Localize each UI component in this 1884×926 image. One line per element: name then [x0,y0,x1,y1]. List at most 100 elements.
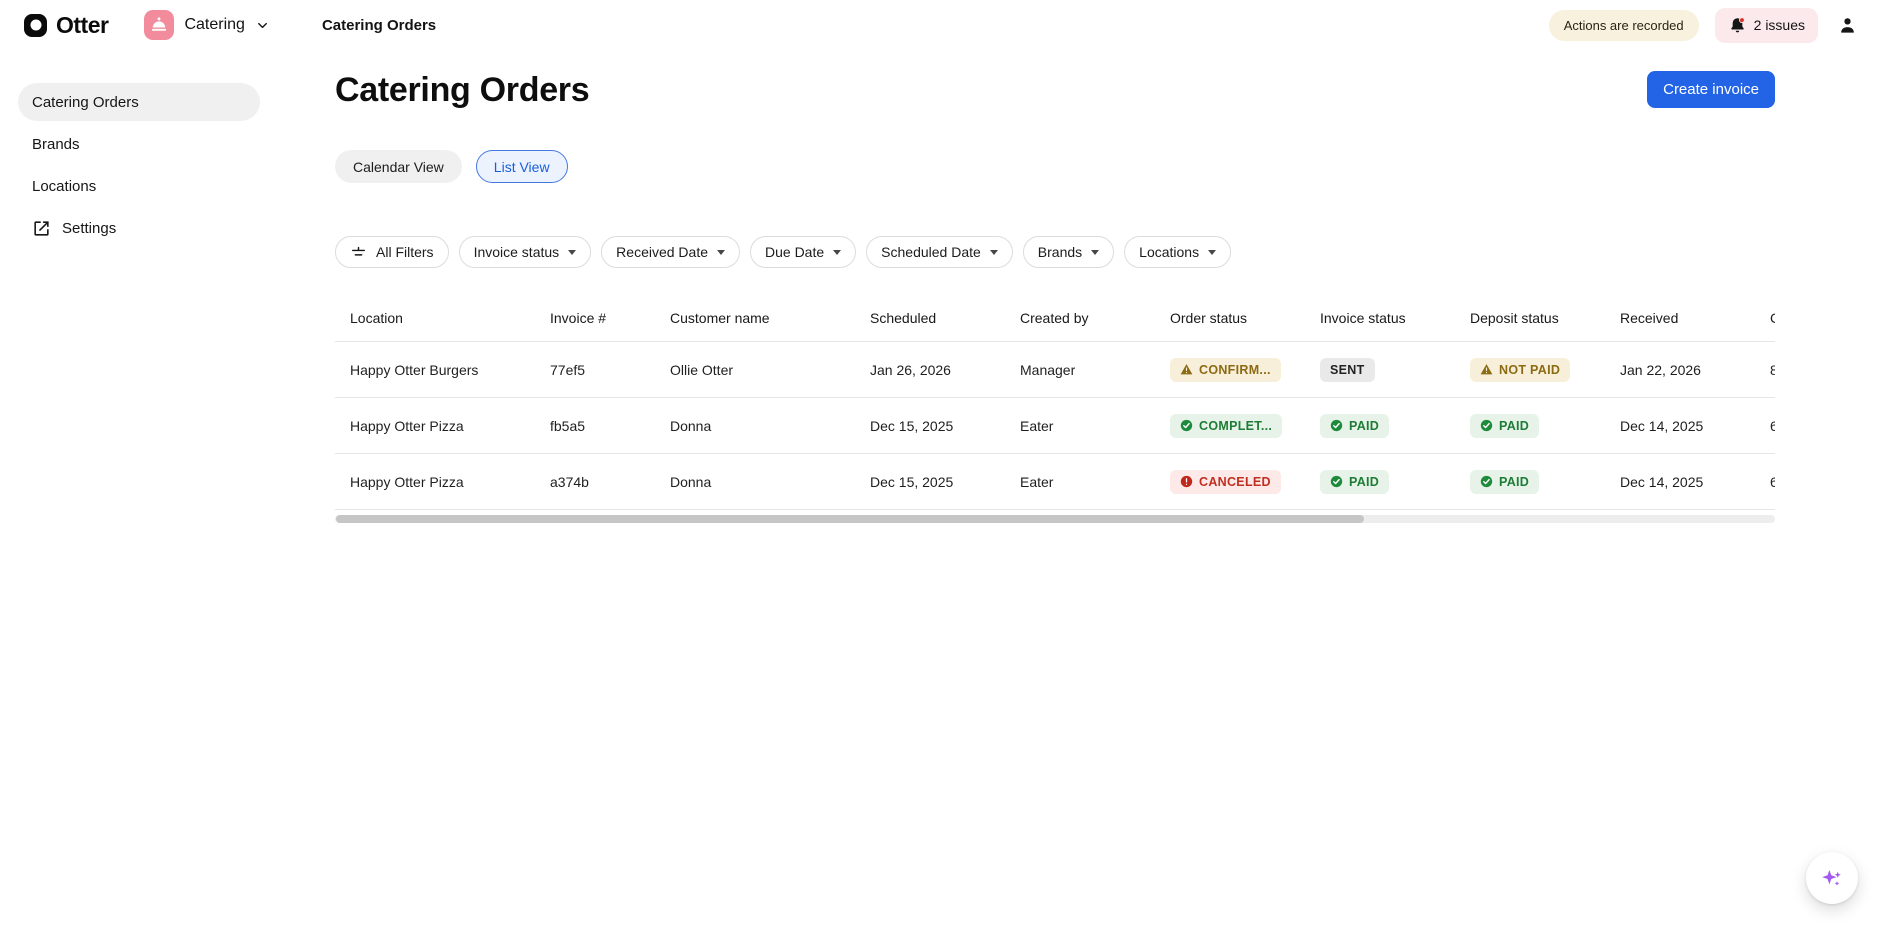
order-status-badge: CANCELED [1170,470,1281,494]
check-circle-icon [1330,419,1343,432]
filter-label: Scheduled Date [881,244,981,260]
col-clipped: C [1770,310,1775,326]
tab-calendar-view[interactable]: Calendar View [335,150,462,183]
caret-down-icon [1091,250,1099,255]
col-location: Location [335,310,550,326]
cell-scheduled: Dec 15, 2025 [870,474,1020,490]
filter-locations[interactable]: Locations [1124,236,1231,268]
cell-created-by: Eater [1020,474,1170,490]
orders-table: Location Invoice # Customer name Schedul… [335,294,1775,510]
check-circle-icon [1180,419,1193,432]
cell-clipped: 8 [1770,362,1775,378]
issues-badge-label: 2 issues [1754,17,1805,33]
filter-scheduled-date[interactable]: Scheduled Date [866,236,1013,268]
filter-invoice-status[interactable]: Invoice status [459,236,592,268]
otter-logo-icon [24,14,47,37]
all-filters-label: All Filters [376,244,434,260]
cell-customer-name: Ollie Otter [670,362,870,378]
create-invoice-button[interactable]: Create invoice [1647,71,1775,108]
col-customer-name: Customer name [670,310,870,326]
filter-label: Invoice status [474,244,560,260]
col-invoice-status: Invoice status [1320,310,1470,326]
external-link-icon [32,219,51,238]
topbar: Otter Catering Catering Orders Actions a… [0,0,1884,50]
invoice-status-badge: PAID [1320,414,1389,438]
filter-icon [350,244,367,261]
filter-label: Brands [1038,244,1082,260]
col-scheduled: Scheduled [870,310,1020,326]
cell-received: Dec 14, 2025 [1620,418,1770,434]
table-row[interactable]: Happy Otter Pizza a374b Donna Dec 15, 20… [335,454,1775,510]
cell-invoice-number: fb5a5 [550,418,670,434]
col-received: Received [1620,310,1770,326]
filter-brands[interactable]: Brands [1023,236,1114,268]
cell-scheduled: Dec 15, 2025 [870,418,1020,434]
check-circle-icon [1480,475,1493,488]
tab-list-view[interactable]: List View [476,150,568,183]
sidebar-item-label: Settings [62,220,116,237]
table-row[interactable]: Happy Otter Burgers 77ef5 Ollie Otter Ja… [335,342,1775,398]
cell-clipped: 6 [1770,418,1775,434]
table-header-row: Location Invoice # Customer name Schedul… [335,294,1775,342]
deposit-status-badge: NOT PAID [1470,358,1570,382]
cell-invoice-number: 77ef5 [550,362,670,378]
sidebar-item-locations[interactable]: Locations [18,167,260,205]
filter-label: Received Date [616,244,708,260]
actions-recorded-badge: Actions are recorded [1549,10,1699,41]
otter-logo-text: Otter [56,12,108,39]
horizontal-scrollbar-thumb[interactable] [336,515,1364,523]
horizontal-scrollbar-track[interactable] [335,515,1775,523]
user-avatar-icon [1837,15,1858,36]
ai-assistant-button[interactable] [1806,852,1858,904]
sidebar-item-brands[interactable]: Brands [18,125,260,163]
main-content: Catering Orders Create invoice Calendar … [278,50,1884,523]
deposit-status-badge: PAID [1470,470,1539,494]
bell-icon [1728,16,1747,35]
sidebar-item-settings[interactable]: Settings [18,209,260,247]
view-toggle: Calendar View List View [335,150,1775,183]
cell-created-by: Manager [1020,362,1170,378]
sidebar-item-label: Brands [32,136,80,153]
col-order-status: Order status [1170,310,1320,326]
otter-logo[interactable]: Otter [24,12,108,39]
sidebar-item-label: Catering Orders [32,94,139,111]
filter-bar: All Filters Invoice status Received Date… [335,236,1775,268]
caret-down-icon [833,250,841,255]
table-row[interactable]: Happy Otter Pizza fb5a5 Donna Dec 15, 20… [335,398,1775,454]
app-switcher-label: Catering [184,16,244,34]
user-menu-button[interactable] [1834,12,1860,38]
cell-customer-name: Donna [670,418,870,434]
cell-received: Jan 22, 2026 [1620,362,1770,378]
filter-label: Locations [1139,244,1199,260]
sidebar-item-label: Locations [32,178,96,195]
deposit-status-badge: PAID [1470,414,1539,438]
invoice-status-badge: SENT [1320,358,1375,382]
filter-received-date[interactable]: Received Date [601,236,740,268]
warning-icon [1480,363,1493,376]
issues-notification-button[interactable]: 2 issues [1715,8,1818,43]
caret-down-icon [568,250,576,255]
cell-scheduled: Jan 26, 2026 [870,362,1020,378]
cell-location: Happy Otter Burgers [335,362,550,378]
col-invoice-number: Invoice # [550,310,670,326]
filter-label: Due Date [765,244,824,260]
order-status-badge: COMPLET... [1170,414,1282,438]
cell-location: Happy Otter Pizza [335,418,550,434]
caret-down-icon [717,250,725,255]
col-deposit-status: Deposit status [1470,310,1620,326]
cell-created-by: Eater [1020,418,1170,434]
cell-invoice-number: a374b [550,474,670,490]
cell-customer-name: Donna [670,474,870,490]
invoice-status-badge: PAID [1320,470,1389,494]
filter-due-date[interactable]: Due Date [750,236,856,268]
check-circle-icon [1330,475,1343,488]
chevron-down-icon [255,18,270,33]
col-created-by: Created by [1020,310,1170,326]
warning-icon [1180,363,1193,376]
sidebar-item-catering-orders[interactable]: Catering Orders [18,83,260,121]
app-switcher[interactable]: Catering [144,10,269,40]
caret-down-icon [1208,250,1216,255]
caret-down-icon [990,250,998,255]
cell-clipped: 6 [1770,474,1775,490]
all-filters-button[interactable]: All Filters [335,236,449,268]
